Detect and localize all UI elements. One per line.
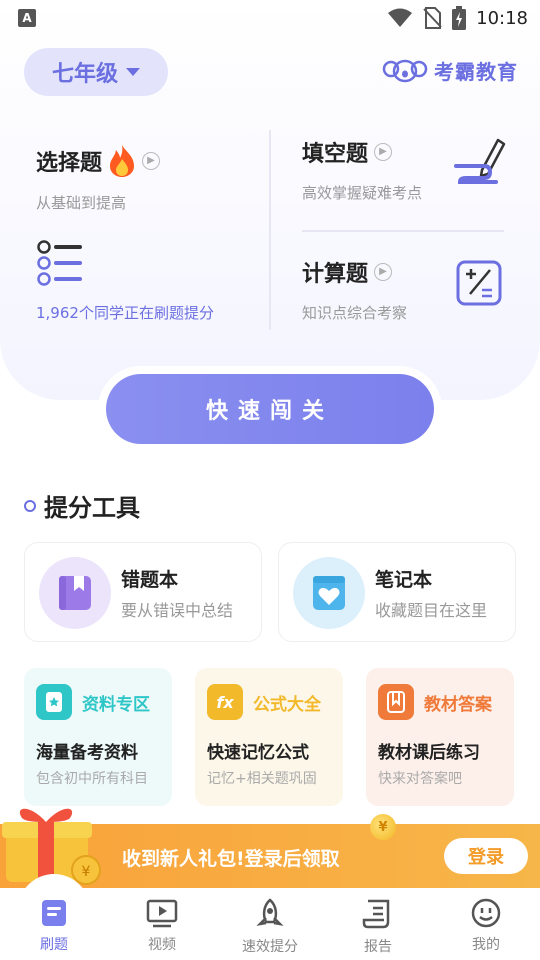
calculator-icon bbox=[456, 260, 502, 306]
quick-start-button[interactable]: 快速闯关 bbox=[106, 374, 434, 444]
formulas-subtitle: 记忆+相关题巩固 bbox=[207, 771, 317, 787]
brand-logo: 考霸教育 bbox=[382, 56, 518, 85]
nav-label: 视频 bbox=[148, 937, 176, 953]
book-icon bbox=[42, 900, 66, 926]
pen-icon bbox=[454, 138, 506, 184]
nav-label: 刷题 bbox=[40, 937, 68, 953]
koala-logo-icon bbox=[382, 59, 428, 82]
chevron-down-icon bbox=[126, 68, 140, 76]
rocket-icon bbox=[256, 898, 284, 926]
textbook-answers-card[interactable]: 教材答案 教材课后练习 快来对答案吧 bbox=[366, 668, 514, 806]
grade-label: 七年级 bbox=[51, 62, 118, 87]
fill-subtitle: 高效掌握疑难考点 bbox=[302, 184, 423, 202]
bookmark-book-icon bbox=[59, 576, 91, 610]
mistakes-book-card[interactable]: 错题本 要从错误中总结 bbox=[24, 542, 262, 642]
heart-book-icon bbox=[313, 576, 345, 610]
choice-question-tile[interactable]: 选择题 ▶ 从基础到提高 bbox=[36, 144, 161, 213]
choice-title: 选择题 bbox=[36, 151, 103, 176]
learners-count: 1,962个同学正在刷题提分 bbox=[36, 304, 214, 322]
nav-label: 我的 bbox=[472, 937, 500, 953]
grade-selector[interactable]: 七年级 bbox=[24, 48, 168, 96]
calc-title: 计算题 bbox=[302, 262, 369, 287]
fill-title: 填空题 bbox=[302, 142, 369, 167]
calc-subtitle: 知识点综合考察 bbox=[302, 304, 408, 322]
wifi-icon bbox=[388, 8, 413, 27]
divider bbox=[302, 230, 504, 232]
smile-icon bbox=[471, 898, 501, 928]
status-bar: A 10:18 bbox=[0, 0, 540, 36]
bullet-icon bbox=[24, 499, 36, 512]
mistakes-subtitle: 要从错误中总结 bbox=[121, 601, 234, 620]
promo-message: 收到新人礼包!登录后领取 bbox=[122, 848, 340, 870]
choice-subtitle: 从基础到提高 bbox=[36, 194, 127, 212]
chevron-right-icon: ▶ bbox=[142, 152, 161, 170]
answers-tag: 教材答案 bbox=[424, 694, 492, 715]
nav-tab-me[interactable]: 我的 bbox=[432, 888, 540, 960]
notebook-icon-circle bbox=[293, 557, 365, 629]
quick-start-label: 快速闯关 bbox=[205, 399, 334, 424]
svg-text:¥: ¥ bbox=[82, 864, 91, 880]
nav-tab-practice[interactable]: 刷题 bbox=[0, 888, 108, 960]
answers-title: 教材课后练习 bbox=[378, 743, 480, 763]
brand-name: 考霸教育 bbox=[434, 60, 518, 84]
list-icon bbox=[37, 240, 82, 286]
tools-title: 提分工具 bbox=[44, 494, 140, 522]
formulas-title: 快速记忆公式 bbox=[207, 743, 309, 763]
login-button[interactable]: 登录 bbox=[444, 838, 528, 874]
formulas-card[interactable]: fx 公式大全 快速记忆公式 记忆+相关题巩固 bbox=[195, 668, 343, 806]
nav-label: 速效提分 bbox=[242, 939, 298, 955]
notebook-title: 笔记本 bbox=[375, 569, 433, 591]
no-sim-icon bbox=[423, 7, 442, 29]
video-icon bbox=[146, 899, 178, 928]
fx-icon: fx bbox=[207, 684, 243, 720]
chevron-right-icon: ▶ bbox=[374, 263, 393, 281]
report-icon bbox=[362, 899, 390, 929]
nav-label: 报告 bbox=[364, 939, 392, 955]
notebook-subtitle: 收藏题目在这里 bbox=[375, 601, 488, 620]
section-title: 提分工具 bbox=[24, 488, 140, 523]
resources-title: 海量备考资料 bbox=[36, 743, 138, 763]
mistakes-icon-circle bbox=[39, 557, 111, 629]
app-notification-icon: A bbox=[18, 9, 36, 27]
nav-tab-boost[interactable]: 速效提分 bbox=[216, 888, 324, 960]
answers-subtitle: 快来对答案吧 bbox=[378, 771, 462, 787]
folder-star-icon bbox=[36, 684, 72, 720]
clock: 10:18 bbox=[476, 7, 528, 29]
resources-subtitle: 包含初中所有科目 bbox=[36, 771, 148, 787]
mistakes-title: 错题本 bbox=[121, 569, 179, 591]
nav-tab-video[interactable]: 视频 bbox=[108, 888, 216, 960]
coin-icon: ¥ bbox=[370, 814, 396, 840]
fill-question-tile[interactable]: 填空题 ▶ 高效掌握疑难考点 bbox=[302, 136, 422, 203]
battery-icon bbox=[452, 6, 467, 30]
nav-tab-report[interactable]: 报告 bbox=[324, 888, 432, 960]
resources-tag: 资料专区 bbox=[82, 694, 150, 715]
formulas-tag: 公式大全 bbox=[253, 694, 321, 715]
fire-icon bbox=[110, 145, 135, 177]
calc-question-tile[interactable]: 计算题 ▶ 知识点综合考察 bbox=[302, 256, 407, 323]
chevron-right-icon: ▶ bbox=[374, 143, 393, 161]
divider bbox=[269, 130, 271, 330]
resources-card[interactable]: 资料专区 海量备考资料 包含初中所有科目 bbox=[24, 668, 172, 806]
notebook-card[interactable]: 笔记本 收藏题目在这里 bbox=[278, 542, 516, 642]
textbook-icon bbox=[378, 684, 414, 720]
